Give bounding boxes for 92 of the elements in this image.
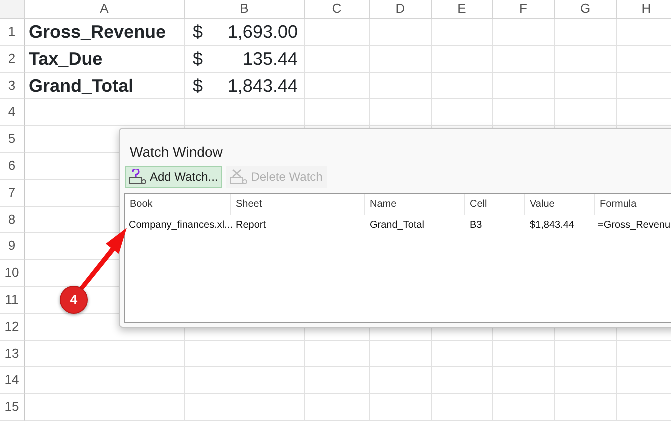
- row-header[interactable]: 12: [0, 314, 25, 341]
- cell-amount: 1,693.00: [228, 21, 298, 44]
- column-header[interactable]: Formula: [595, 194, 671, 215]
- step-number-marker: 4: [60, 286, 88, 314]
- add-watch-button[interactable]: Add Watch...: [125, 166, 222, 188]
- cell-amount: 1,843.44: [228, 74, 298, 98]
- column-header[interactable]: E: [432, 0, 493, 19]
- sheet-cell[interactable]: [432, 72, 493, 100]
- sheet-cell[interactable]: [185, 394, 305, 421]
- sheet-cell[interactable]: [25, 99, 185, 126]
- sheet-cell[interactable]: [305, 394, 370, 421]
- sheet-cell[interactable]: [432, 367, 493, 394]
- sheet-cell[interactable]: [370, 394, 432, 421]
- add-watch-icon: [129, 169, 147, 185]
- row-header[interactable]: 2: [0, 46, 25, 73]
- column-header[interactable]: Sheet: [231, 194, 365, 215]
- column-header[interactable]: G: [555, 0, 617, 19]
- sheet-cell[interactable]: [555, 394, 617, 421]
- table-cell-text: Company_finances.xl...: [128, 219, 231, 233]
- column-header[interactable]: C: [305, 0, 370, 19]
- sheet-cell[interactable]: [305, 367, 370, 394]
- sheet-cell[interactable]: [493, 46, 555, 73]
- column-header[interactable]: A: [25, 0, 185, 19]
- sheet-cell[interactable]: [370, 72, 432, 100]
- sheet-cell[interactable]: [370, 367, 432, 394]
- sheet-cell[interactable]: [493, 99, 555, 126]
- cell-amount: 135.44: [242, 48, 298, 71]
- column-header[interactable]: B: [185, 0, 305, 19]
- sheet-cell[interactable]: [305, 72, 370, 100]
- sheet-cell[interactable]: [25, 367, 185, 394]
- sheet-cell[interactable]: [305, 19, 370, 46]
- row-header[interactable]: 6: [0, 152, 25, 180]
- delete-watch-icon: [230, 169, 248, 185]
- row-header[interactable]: 8: [0, 206, 25, 234]
- sheet-cell[interactable]: [370, 340, 432, 368]
- sheet-cell[interactable]: [370, 19, 432, 46]
- cell-text: Grand_Total: [28, 74, 134, 98]
- column-header[interactable]: Value: [525, 194, 595, 215]
- sheet-cell[interactable]: [185, 99, 305, 126]
- table-cell-text: Grand_Total: [369, 219, 426, 233]
- sheet-cell[interactable]: [555, 99, 617, 126]
- sheet-cell[interactable]: [493, 340, 555, 368]
- sheet-cell[interactable]: [432, 340, 493, 368]
- table-cell-text: $1,843.44: [529, 219, 576, 233]
- sheet-cell[interactable]: [185, 367, 305, 394]
- sheet-cell[interactable]: [185, 340, 305, 368]
- column-header[interactable]: F: [493, 0, 555, 19]
- cell-text: Tax_Due: [28, 48, 103, 71]
- row-header[interactable]: 5: [0, 126, 25, 153]
- sheet-cell[interactable]: [493, 72, 555, 100]
- row-header[interactable]: 7: [0, 180, 25, 207]
- sheet-cell[interactable]: [555, 46, 617, 73]
- sheet-cell[interactable]: [370, 99, 432, 126]
- sheet-cell[interactable]: [555, 72, 617, 100]
- sheet-cell[interactable]: [25, 394, 185, 421]
- sheet-cell[interactable]: [370, 46, 432, 73]
- table-cell-text: =Gross_Revenu: [597, 219, 671, 233]
- sheet-cell[interactable]: [432, 394, 493, 421]
- currency-symbol: $: [193, 21, 204, 44]
- sheet-cell[interactable]: [432, 46, 493, 73]
- row-header[interactable]: 14: [0, 367, 25, 394]
- sheet-cell[interactable]: [555, 367, 617, 394]
- currency-symbol: $: [193, 74, 204, 98]
- row-header[interactable]: 4: [0, 99, 25, 126]
- sheet-cell[interactable]: [555, 340, 617, 368]
- column-header[interactable]: Book: [125, 194, 231, 215]
- table-cell-text: Report: [235, 219, 268, 233]
- sheet-cell[interactable]: [305, 340, 370, 368]
- window-title: Watch Window: [129, 143, 224, 162]
- sheet-cell[interactable]: [493, 367, 555, 394]
- sheet-cell[interactable]: [555, 19, 617, 46]
- sheet-cell[interactable]: [493, 19, 555, 46]
- row-header[interactable]: 9: [0, 233, 25, 260]
- row-header[interactable]: 13: [0, 340, 25, 368]
- row-header[interactable]: 1: [0, 19, 25, 46]
- sheet-cell[interactable]: [305, 46, 370, 73]
- sheet-cell[interactable]: [305, 99, 370, 126]
- row-header[interactable]: 3: [0, 72, 25, 100]
- select-all-corner[interactable]: [0, 0, 25, 19]
- sheet-cell[interactable]: [493, 394, 555, 421]
- row-header[interactable]: 15: [0, 394, 25, 421]
- sheet-cell[interactable]: [432, 99, 493, 126]
- cell-text: Gross_Revenue: [28, 21, 166, 44]
- column-header[interactable]: Name: [365, 194, 465, 215]
- sheet-cell[interactable]: [432, 19, 493, 46]
- column-header[interactable]: Cell: [465, 194, 525, 215]
- table-cell-text: B3: [469, 219, 484, 233]
- row-header[interactable]: 11: [0, 286, 25, 314]
- sheet-cell[interactable]: [25, 340, 185, 368]
- column-header[interactable]: D: [370, 0, 432, 19]
- currency-symbol: $: [193, 48, 204, 71]
- row-header[interactable]: 10: [0, 260, 25, 287]
